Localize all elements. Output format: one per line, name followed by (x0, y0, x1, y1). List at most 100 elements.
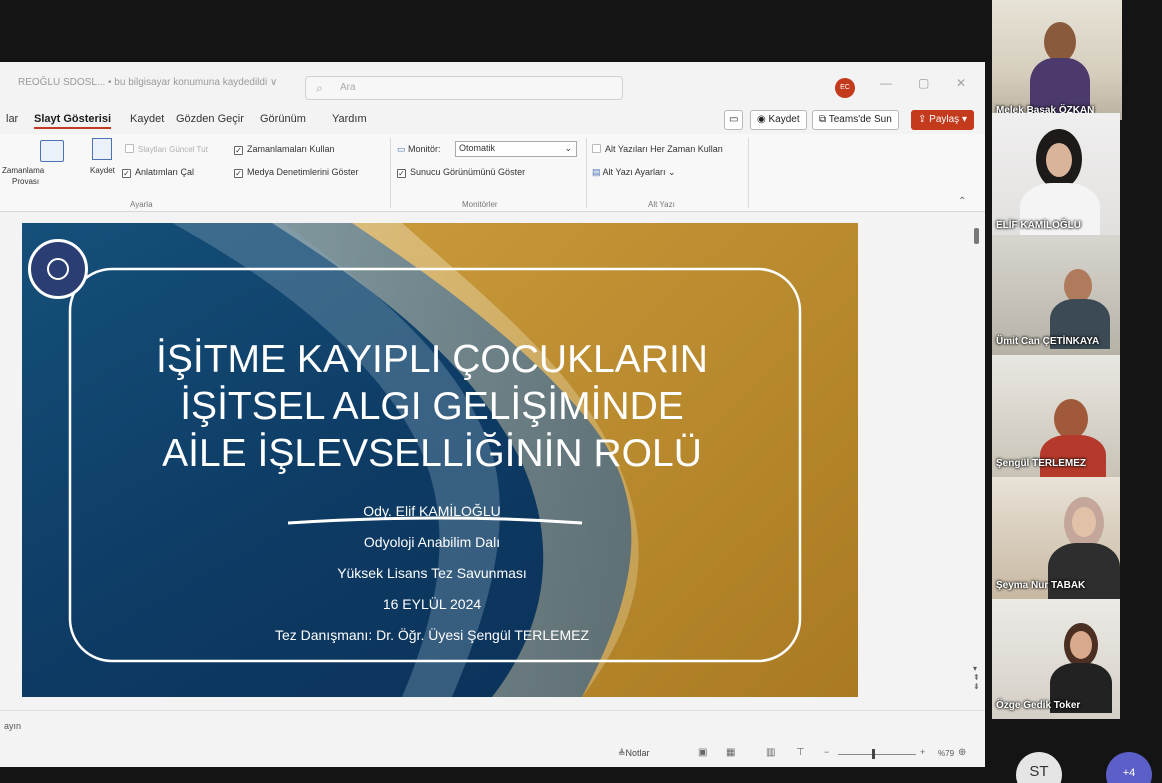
slide-nav-arrows-icon[interactable]: ▾ ⇞ ⇟ (973, 664, 980, 691)
monitor-dropdown-value: Otomatik (459, 143, 496, 153)
ribbon-separator (390, 138, 391, 208)
ribbon-separator (586, 138, 587, 208)
slide-title-line-2: İŞİTSEL ALGI GELİŞİMİNDE (180, 385, 684, 428)
slide-date: 16 EYLÜL 2024 (382, 596, 482, 612)
search-input[interactable]: ⌕ Ara (305, 76, 623, 100)
title-bar: REOĞLU SDOSL... • bu bilgisayar konumuna… (0, 62, 985, 104)
participant-name: ELİF KAMİLOĞLU (996, 220, 1081, 231)
teams-icon: ⧉ (819, 114, 829, 125)
share-button-label: Paylaş (929, 114, 960, 125)
keep-slides-updated-label: Slaytları Güncel Tut (138, 145, 208, 154)
use-timings-label: Zamanlamaları Kullan (247, 144, 335, 154)
slide-title-line-1: İŞİTME KAYIPLI ÇOCUKLARIN (156, 338, 708, 381)
fit-to-window-icon[interactable]: ⊕ (958, 747, 966, 758)
collapse-ribbon-icon[interactable]: ⌃ (958, 196, 966, 207)
zoom-slider-thumb[interactable] (872, 749, 875, 759)
slide-department: Odyoloji Anabilim Dalı (363, 534, 501, 550)
participant-name: Özge Gedik Toker (996, 700, 1081, 711)
overflow-participant-avatar[interactable]: ST (1016, 752, 1062, 783)
slide-degree: Yüksek Lisans Tez Savunması (337, 565, 527, 581)
monitor-label-text: Monitör: (408, 144, 441, 154)
always-subtitles-label: Alt Yazıları Her Zaman Kullan (605, 144, 723, 154)
presenter-view-label: Sunucu Görünümünü Göster (410, 167, 526, 177)
zoom-in-icon[interactable]: + (920, 747, 925, 757)
group-label-monitors: Monitörler (462, 200, 498, 209)
notes-button[interactable]: ≜Notlar (618, 748, 650, 759)
show-media-controls-checkbox[interactable]: ✓ Medya Denetimlerini Göster (234, 167, 359, 178)
participant-body (1040, 435, 1106, 477)
participant-name: Ümit Can ÇETİNKAYA (996, 336, 1100, 347)
participant-face (1046, 143, 1072, 177)
document-title[interactable]: REOĞLU SDOSL... • bu bilgisayar konumuna… (18, 77, 277, 88)
participant-head (1064, 269, 1092, 303)
reading-view-icon[interactable]: ▥ (766, 747, 775, 758)
share-button[interactable]: ⇪ Paylaş ▾ (911, 110, 974, 130)
participant-tile[interactable]: Ümit Can ÇETİNKAYA (992, 235, 1120, 355)
rehearse-timings-label-2[interactable]: Provası (12, 177, 39, 186)
minimize-icon[interactable]: — (880, 76, 892, 90)
rehearse-timings-icon[interactable] (40, 140, 64, 162)
subtitle-settings-button[interactable]: ▤ Alt Yazı Ayarları ⌄ (592, 167, 676, 178)
slide-canvas: İŞİTME KAYIPLI ÇOCUKLARIN İŞİTSEL ALGI G… (22, 223, 858, 697)
use-timings-checkbox[interactable]: ✓ Zamanlamaları Kullan (234, 144, 335, 155)
slideshow-view-icon[interactable]: ⊤ (796, 747, 805, 758)
shared-screen: REOĞLU SDOSL... • bu bilgisayar konumuna… (0, 62, 985, 767)
comments-button[interactable]: ▭ (724, 110, 744, 130)
keep-slides-updated-checkbox[interactable]: Slaytları Güncel Tut (125, 144, 208, 154)
record-slide-label[interactable]: Kaydet (90, 166, 115, 175)
show-media-controls-label: Medya Denetimlerini Göster (247, 167, 359, 177)
present-in-teams-button[interactable]: ⧉ Teams'de Sun (812, 110, 899, 130)
tab-help[interactable]: Yardım (332, 113, 367, 125)
share-icon: ⇪ (918, 114, 930, 125)
presenter-view-checkbox[interactable]: ✓ Sunucu Görünümünü Göster (397, 167, 525, 178)
slide-advisor: Tez Danışmanı: Dr. Öğr. Üyesi Şengül TER… (274, 627, 590, 643)
vertical-scrollbar[interactable]: ▾ ⇞ ⇟ (973, 228, 981, 698)
comment-icon: ▭ (729, 114, 739, 125)
participant-face (1072, 507, 1096, 537)
participant-face (1070, 631, 1092, 659)
slide-sorter-icon[interactable]: ▦ (726, 747, 735, 758)
participant-tile[interactable]: Şengül TERLEMEZ (992, 355, 1120, 477)
scrollbar-thumb[interactable] (974, 228, 979, 244)
participant-head (1054, 399, 1088, 439)
participant-tile[interactable]: Şeyma Nur TABAK (992, 477, 1120, 599)
record-button[interactable]: ◉ Kaydet (750, 110, 807, 130)
university-logo (28, 239, 88, 299)
participant-head (1044, 22, 1076, 62)
normal-view-icon[interactable]: ▣ (698, 747, 707, 758)
ribbon-separator (748, 138, 749, 208)
notes-icon: ≜ (618, 748, 626, 758)
notes-label: Notlar (625, 748, 650, 758)
search-placeholder: Ara (340, 82, 356, 93)
zoom-level[interactable]: %79 (938, 749, 954, 758)
tab-review[interactable]: Gözden Geçir (176, 113, 244, 125)
participant-tile[interactable]: ELİF KAMİLOĞLU (992, 113, 1120, 235)
monitor-dropdown[interactable]: Otomatik ⌄ (455, 141, 577, 157)
slide-title-line-3: AİLE İŞLEVSELLİĞİNİN ROLÜ (162, 432, 702, 475)
record-button-label: Kaydet (768, 114, 800, 125)
tab-view[interactable]: Görünüm (260, 113, 306, 125)
tab-record[interactable]: Kaydet (130, 113, 164, 125)
search-icon: ⌕ (316, 81, 323, 95)
participant-tile[interactable]: Özge Gedik Toker (992, 599, 1120, 719)
monitor-label: ▭ Monitör: (397, 144, 441, 155)
close-icon[interactable]: ✕ (956, 76, 966, 90)
record-slide-icon[interactable] (92, 138, 112, 160)
zoom-slider[interactable] (838, 754, 916, 755)
menu-bar: lar Slayt Gösterisi Kaydet Gözden Geçir … (0, 104, 985, 134)
more-participants-button[interactable]: +4 (1106, 752, 1152, 783)
play-narrations-checkbox[interactable]: ✓ Anlatımları Çal (122, 167, 194, 178)
zoom-out-icon[interactable]: − (824, 747, 829, 757)
participant-tile[interactable]: Melek Başak ÖZKAN (992, 0, 1122, 120)
ribbon: Zamanlama Provası Kaydet Slaytları Günce… (0, 134, 985, 212)
account-avatar[interactable]: EC (835, 78, 855, 98)
always-subtitles-checkbox[interactable]: Alt Yazıları Her Zaman Kullan (592, 144, 723, 154)
teams-meeting-window: REOĞLU SDOSL... • bu bilgisayar konumuna… (0, 0, 1162, 783)
tab-slide-show[interactable]: Slayt Gösterisi (34, 113, 112, 129)
group-label-setup: Ayarla (130, 200, 153, 209)
play-narrations-label: Anlatımları Çal (135, 167, 195, 177)
maximize-icon[interactable]: ▢ (918, 76, 929, 90)
menu-item-partial[interactable]: lar (6, 113, 18, 125)
rehearse-timings-label[interactable]: Zamanlama (2, 166, 44, 175)
subtitle-settings-label: Alt Yazı Ayarları (602, 167, 666, 177)
